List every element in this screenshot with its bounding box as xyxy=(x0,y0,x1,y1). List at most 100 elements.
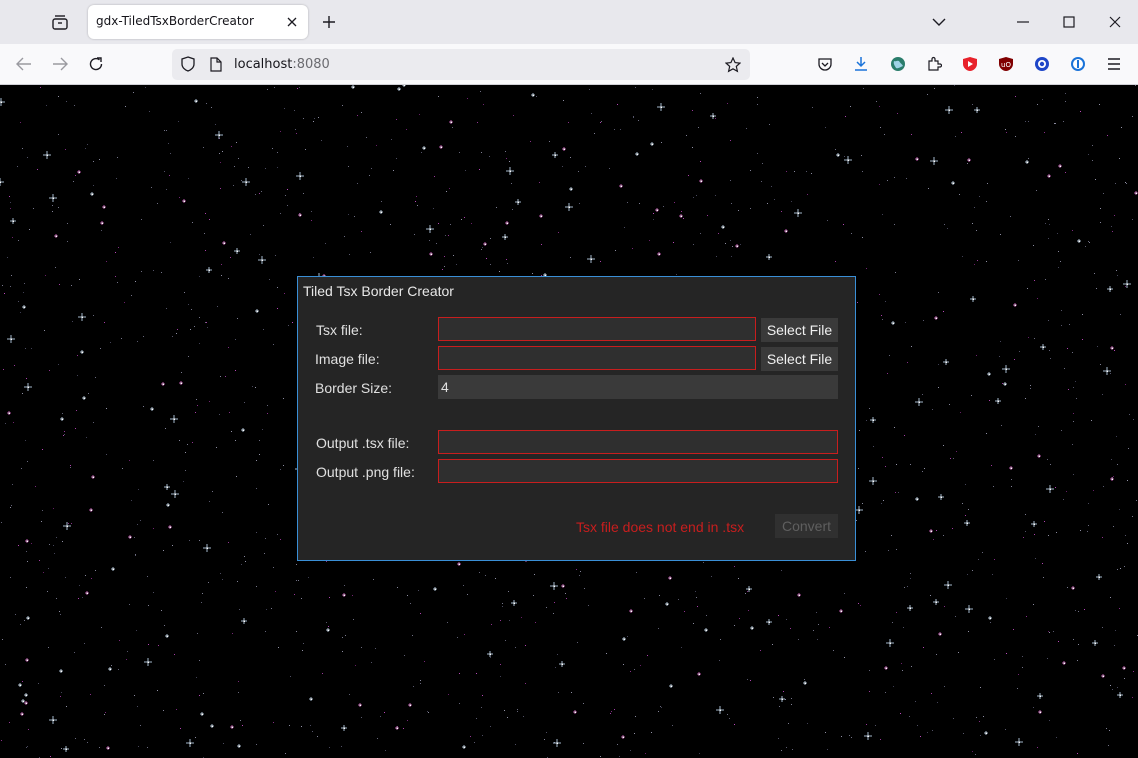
image-file-input[interactable] xyxy=(438,346,756,370)
star-sparkle xyxy=(144,658,152,666)
star-dot xyxy=(104,685,105,686)
star-sparkle xyxy=(562,147,566,151)
star-dot xyxy=(781,211,782,212)
star-dot xyxy=(295,129,296,130)
tab-overview-button[interactable] xyxy=(48,11,72,33)
border-size-input[interactable]: 4 xyxy=(438,375,838,399)
address-bar[interactable]: localhost:8080 xyxy=(172,49,750,80)
star-dot xyxy=(104,714,105,715)
star-dot xyxy=(502,603,503,604)
extensions-button[interactable] xyxy=(923,53,945,75)
forward-button[interactable] xyxy=(48,52,72,76)
maximize-button[interactable] xyxy=(1056,11,1082,33)
star-dot xyxy=(31,348,32,349)
new-tab-button[interactable] xyxy=(318,11,340,33)
star-sparkle xyxy=(1037,693,1043,699)
downloads-button[interactable] xyxy=(850,53,872,75)
star-dot xyxy=(991,465,992,466)
star-dot xyxy=(515,647,516,648)
ublock-button[interactable]: uO xyxy=(995,53,1017,75)
star-sparkle xyxy=(457,562,461,566)
menu-button[interactable] xyxy=(1103,53,1125,75)
star-dot xyxy=(125,106,126,107)
star-dot xyxy=(219,153,220,154)
output-png-label: Output .png file: xyxy=(316,464,415,480)
star-dot xyxy=(1120,568,1121,569)
star-dot xyxy=(1058,641,1059,642)
star-dot xyxy=(255,194,256,195)
star-dot xyxy=(471,223,472,224)
star-dot xyxy=(785,699,786,700)
star-dot xyxy=(562,166,563,167)
star-dot xyxy=(242,725,243,726)
password-manager-button[interactable] xyxy=(1067,53,1089,75)
pocket-button[interactable] xyxy=(814,53,836,75)
star-dot xyxy=(63,435,64,436)
star-dot xyxy=(220,162,221,163)
back-button[interactable] xyxy=(12,52,36,76)
star-dot xyxy=(91,578,92,579)
star-dot xyxy=(601,121,602,122)
tab-close-button[interactable] xyxy=(284,14,300,30)
video-extension-button[interactable] xyxy=(959,53,981,75)
star-dot xyxy=(79,585,80,586)
star-dot xyxy=(974,264,975,265)
star-dot xyxy=(230,257,231,258)
star-dot xyxy=(1113,476,1114,477)
star-dot xyxy=(869,408,870,409)
star-dot xyxy=(1117,464,1118,465)
star-dot xyxy=(1044,132,1045,133)
star-dot xyxy=(1073,421,1074,422)
star-sparkle xyxy=(550,582,558,590)
extension-globe-button[interactable] xyxy=(887,53,909,75)
circle-extension-button[interactable] xyxy=(1031,53,1053,75)
star-dot xyxy=(639,203,640,204)
star-dot xyxy=(968,509,969,510)
star-dot xyxy=(1048,238,1049,239)
star-dot xyxy=(1068,389,1069,390)
star-dot xyxy=(196,677,197,678)
star-dot xyxy=(1006,653,1007,654)
star-dot xyxy=(1110,373,1111,374)
tsx-select-file-button[interactable]: Select File xyxy=(761,318,838,342)
tracking-protection-button[interactable] xyxy=(178,54,198,74)
star-dot xyxy=(563,100,564,101)
convert-button[interactable]: Convert xyxy=(775,514,838,538)
star-dot xyxy=(273,722,274,723)
star-dot xyxy=(813,630,814,631)
star-dot xyxy=(322,673,323,674)
close-window-button[interactable] xyxy=(1102,11,1128,33)
star-dot xyxy=(40,87,41,88)
star-dot xyxy=(700,161,701,162)
star-sparkle xyxy=(1107,286,1113,292)
star-dot xyxy=(894,224,895,225)
star-dot xyxy=(1047,658,1048,659)
star-dot xyxy=(21,468,22,469)
output-tsx-input[interactable] xyxy=(438,430,838,454)
star-dot xyxy=(539,182,540,183)
star-dot xyxy=(129,460,130,461)
star-dot xyxy=(85,148,86,149)
star-sparkle xyxy=(426,225,434,233)
minimize-button[interactable] xyxy=(1010,11,1036,33)
star-dot xyxy=(1050,358,1051,359)
bookmark-button[interactable] xyxy=(722,54,744,76)
star-dot xyxy=(927,94,928,95)
tab-active[interactable]: gdx-TiledTsxBorderCreator xyxy=(88,5,308,39)
star-dot xyxy=(661,142,662,143)
star-dot xyxy=(716,256,717,257)
star-dot xyxy=(170,242,171,243)
star-dot xyxy=(354,216,355,217)
star-sparkle xyxy=(21,699,25,703)
output-png-input[interactable] xyxy=(438,459,838,483)
site-info-button[interactable] xyxy=(206,54,226,74)
image-select-file-button[interactable]: Select File xyxy=(761,347,838,371)
star-dot xyxy=(482,735,483,736)
star-sparkle xyxy=(915,497,919,501)
star-dot xyxy=(151,187,152,188)
reload-button[interactable] xyxy=(84,52,108,76)
star-dot xyxy=(1116,436,1117,437)
tsx-file-input[interactable] xyxy=(438,317,756,341)
star-dot xyxy=(206,322,207,323)
list-tabs-button[interactable] xyxy=(928,11,950,33)
